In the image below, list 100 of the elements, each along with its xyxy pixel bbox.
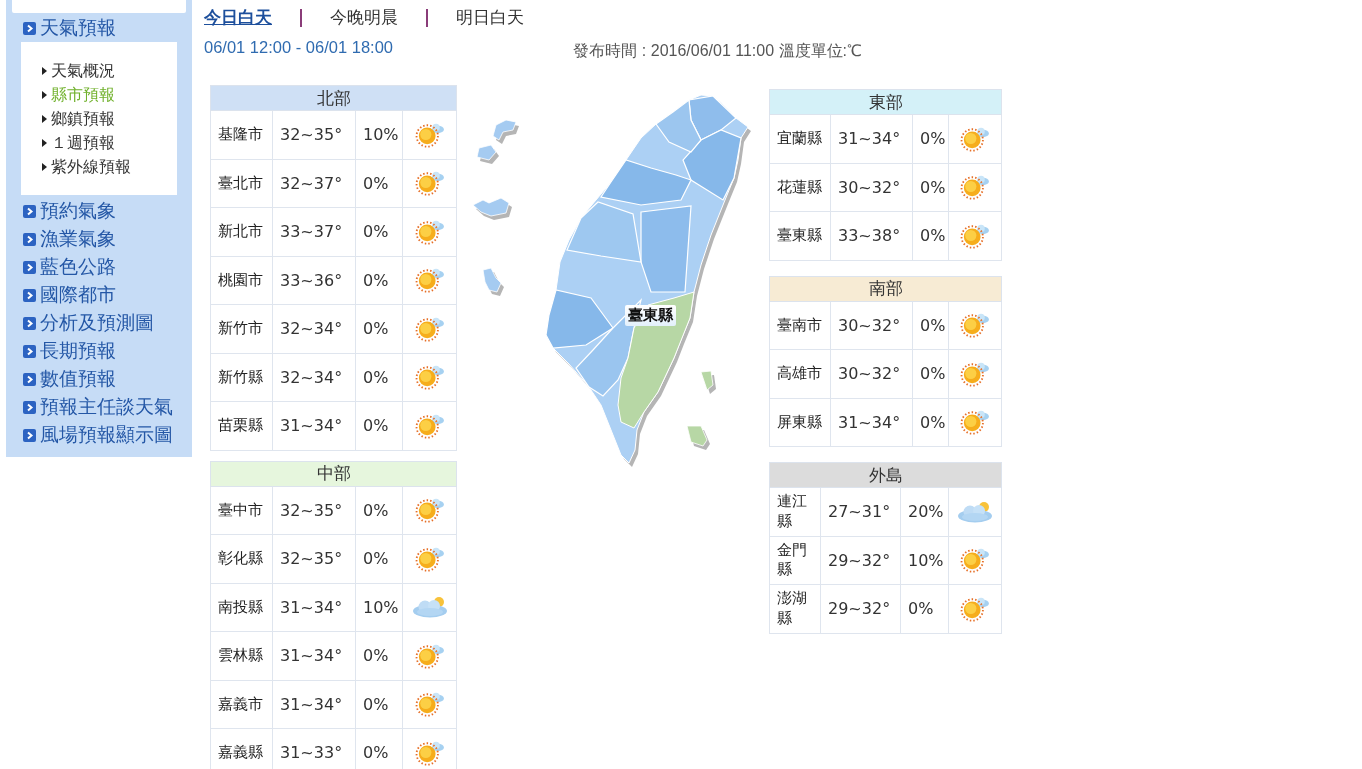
temperature-cell: 31~34°: [830, 114, 913, 163]
menu-item[interactable]: 分析及預測圖: [6, 309, 192, 337]
chevron-icon: [23, 400, 36, 414]
county-cell: 雲林縣: [210, 631, 273, 680]
menu-item[interactable]: 天氣預報: [6, 15, 192, 41]
tab[interactable]: 明日白天: [456, 7, 524, 29]
menu-item[interactable]: 長期預報: [6, 337, 192, 365]
temperature-cell: 32~35°: [272, 110, 356, 159]
sun-cloud-icon: [414, 315, 445, 342]
submenu-item[interactable]: １週預報: [42, 131, 177, 155]
temperature-cell: 32~37°: [272, 159, 356, 208]
rain-chance-cell: 0%: [355, 304, 403, 353]
county-cell: 南投縣: [210, 583, 273, 632]
county-cell: 連江縣: [769, 487, 821, 536]
temperature-cell: 30~32°: [830, 301, 913, 350]
temperature-cell: 33~36°: [272, 256, 356, 305]
sun-cloud-icon: [414, 691, 445, 718]
tab[interactable]: 今日白天: [204, 7, 272, 29]
temperature-cell: 27~31°: [820, 487, 901, 536]
sun-cloud-icon: [414, 545, 445, 572]
sun-cloud-icon: [960, 547, 990, 574]
rain-chance-cell: 0%: [355, 256, 403, 305]
county-cell: 臺中市: [210, 486, 273, 535]
temperature-cell: 32~34°: [272, 304, 356, 353]
rain-chance-cell: 0%: [912, 114, 949, 163]
sun-cloud-icon: [960, 174, 990, 201]
chevron-icon: [23, 344, 36, 358]
triangle-icon: [42, 115, 47, 123]
cloud-sun-icon: [957, 500, 993, 523]
temperature-cell: 33~37°: [272, 207, 356, 256]
sun-cloud-icon: [960, 595, 990, 622]
chevron-icon: [23, 232, 36, 246]
region-header: 南部: [769, 276, 1002, 301]
county-cell: 嘉義縣: [210, 728, 273, 769]
submenu-item[interactable]: 鄉鎮預報: [42, 107, 177, 131]
cloud-sun-icon: [411, 596, 448, 619]
triangle-icon: [42, 139, 47, 147]
county-cell: 新竹縣: [210, 353, 273, 402]
county-cell: 臺南市: [769, 301, 831, 350]
submenu-item[interactable]: 縣市預報: [42, 83, 177, 107]
temperature-cell: 29~32°: [820, 584, 901, 633]
sun-cloud-icon: [414, 739, 445, 766]
chevron-icon: [23, 204, 36, 218]
rain-chance-cell: 0%: [355, 534, 403, 583]
chevron-icon: [23, 260, 36, 274]
chevron-icon: [23, 428, 36, 442]
rain-chance-cell: 0%: [355, 631, 403, 680]
county-cell: 基隆市: [210, 110, 273, 159]
rain-chance-cell: 0%: [355, 207, 403, 256]
county-cell: 宜蘭縣: [769, 114, 831, 163]
rain-chance-cell: 20%: [900, 487, 949, 536]
temperature-cell: 29~32°: [820, 536, 901, 585]
triangle-icon: [42, 91, 47, 99]
tab[interactable]: 今晚明晨: [330, 7, 398, 29]
temperature-cell: 30~32°: [830, 349, 913, 398]
region-header: 北部: [210, 85, 457, 111]
menu-item[interactable]: 預報主任談天氣: [6, 393, 192, 421]
forecast-period: 06/01 12:00 - 06/01 18:00: [204, 38, 393, 57]
menu-item[interactable]: 預約氣象: [6, 197, 192, 225]
triangle-icon: [42, 67, 47, 75]
sun-cloud-icon: [414, 218, 445, 245]
sun-cloud-icon: [960, 222, 990, 249]
county-cell: 桃園市: [210, 256, 273, 305]
sun-cloud-icon: [414, 412, 445, 439]
menu-item[interactable]: 藍色公路: [6, 253, 192, 281]
menu-item[interactable]: 國際都市: [6, 281, 192, 309]
menu-item[interactable]: 漁業氣象: [6, 225, 192, 253]
chevron-icon: [23, 21, 36, 35]
county-cell: 新北市: [210, 207, 273, 256]
temperature-cell: 31~34°: [272, 631, 356, 680]
submenu-item[interactable]: 紫外線預報: [42, 155, 177, 179]
sun-cloud-icon: [414, 121, 445, 148]
county-cell: 澎湖縣: [769, 584, 821, 633]
temperature-cell: 31~34°: [272, 680, 356, 729]
chevron-icon: [23, 372, 36, 386]
rain-chance-cell: 0%: [355, 680, 403, 729]
sun-cloud-icon: [414, 267, 445, 294]
region-header: 東部: [769, 89, 1002, 115]
rain-chance-cell: 0%: [912, 211, 949, 260]
county-cell: 高雄市: [769, 349, 831, 398]
sun-cloud-icon: [960, 360, 990, 387]
county-cell: 臺東縣: [769, 211, 831, 260]
county-cell: 臺北市: [210, 159, 273, 208]
county-cell: 新竹市: [210, 304, 273, 353]
sun-cloud-icon: [414, 497, 445, 524]
rain-chance-cell: 0%: [355, 401, 403, 450]
county-cell: 彰化縣: [210, 534, 273, 583]
rain-chance-cell: 0%: [355, 486, 403, 535]
sun-cloud-icon: [960, 409, 990, 436]
sun-cloud-icon: [960, 125, 990, 152]
chevron-icon: [23, 288, 36, 302]
menu-item[interactable]: 風場預報顯示圖: [6, 421, 192, 449]
triangle-icon: [42, 163, 47, 171]
region-header: 外島: [769, 462, 1002, 488]
county-cell: 屏東縣: [769, 398, 831, 447]
submenu-item[interactable]: 天氣概況: [42, 59, 177, 83]
menu-item[interactable]: 數值預報: [6, 365, 192, 393]
chevron-icon: [23, 316, 36, 330]
sun-cloud-icon: [414, 364, 445, 391]
region-header: 中部: [210, 461, 457, 486]
